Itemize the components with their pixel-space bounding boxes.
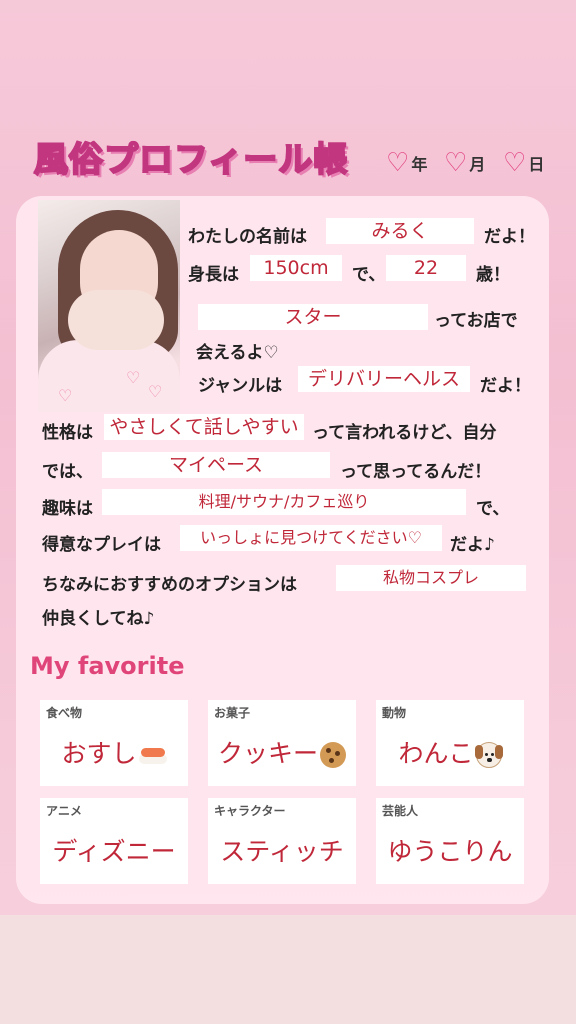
favorite-category: アニメ xyxy=(46,804,83,818)
self-suffix: って思ってるんだ！ xyxy=(340,462,492,482)
date-month: ♡ 月 xyxy=(444,150,485,176)
personality-prefix: 性格は xyxy=(42,423,93,443)
favorites-title: My favorite xyxy=(30,652,185,680)
meet-text: 会えるよ♡ xyxy=(196,343,279,363)
option-prefix: ちなみにおすすめのオプションは xyxy=(42,575,297,595)
day-label: 日 xyxy=(528,155,545,174)
closing-text: 仲良くしてね♪ xyxy=(42,609,155,629)
hobby-value: 料理/サウナ/カフェ巡り xyxy=(102,489,466,515)
personality-value: やさしくて話しやすい xyxy=(104,414,304,440)
name-prefix: わたしの名前は xyxy=(188,227,307,247)
self-prefix: では、 xyxy=(42,462,93,482)
heart-outline-icon: ♡ xyxy=(386,148,410,178)
page-title: 風俗プロフィール帳 xyxy=(33,139,349,181)
height-value: 150cm xyxy=(250,255,342,281)
favorite-value: ディズニー xyxy=(52,837,176,866)
age-suffix: 歳！ xyxy=(476,265,510,285)
sushi-icon xyxy=(138,746,167,764)
favorite-card-animal: 動物 わんこ xyxy=(376,700,524,786)
personality-suffix: って言われるけど、自分 xyxy=(312,423,497,443)
play-value: いっしょに見つけてください♡ xyxy=(180,525,442,551)
shop-value: スター xyxy=(198,304,428,330)
self-view-value: マイペース xyxy=(102,452,330,478)
hobby-suffix: で、 xyxy=(476,499,510,519)
favorite-category: 食べ物 xyxy=(46,706,83,720)
favorite-card-anime: アニメ ディズニー xyxy=(40,798,188,884)
favorite-category: キャラクター xyxy=(214,804,286,818)
year-label: 年 xyxy=(411,155,428,174)
genre-prefix: ジャンルは xyxy=(198,376,283,396)
dog-icon xyxy=(474,742,503,768)
heart-outline-icon: ♡ xyxy=(444,148,468,178)
favorite-card-celebrity: 芸能人 ゆうこりん xyxy=(376,798,524,884)
date-day: ♡ 日 xyxy=(503,150,544,176)
genre-value: デリバリーヘルス xyxy=(298,366,470,392)
heart-outline-icon: ♡ xyxy=(503,148,527,178)
genre-suffix: だよ！ xyxy=(480,376,531,396)
profile-photo: ♡ ♡ ♡ xyxy=(38,200,180,412)
play-prefix: 得意なプレイは xyxy=(42,535,161,555)
favorite-category: 動物 xyxy=(382,706,407,720)
shop-suffix: ってお店で xyxy=(434,311,518,331)
height-prefix: 身長は xyxy=(188,265,239,285)
name-value: みるく xyxy=(326,218,474,244)
favorite-value: ゆうこりん xyxy=(387,837,513,866)
page-footer-background xyxy=(0,915,576,1024)
name-suffix: だよ！ xyxy=(484,227,535,247)
option-value: 私物コスプレ xyxy=(336,565,526,591)
hobby-prefix: 趣味は xyxy=(42,499,93,519)
favorite-card-character: キャラクター スティッチ xyxy=(208,798,356,884)
favorite-card-sweets: お菓子 クッキー xyxy=(208,700,356,786)
age-value: 22 xyxy=(386,255,466,281)
cookie-icon xyxy=(320,742,346,768)
date-year: ♡ 年 xyxy=(386,150,427,176)
favorite-category: 芸能人 xyxy=(382,804,419,818)
favorite-card-food: 食べ物 おすし xyxy=(40,700,188,786)
favorite-value: スティッチ xyxy=(220,837,344,866)
favorite-value: わんこ xyxy=(398,739,474,768)
favorite-value: クッキー xyxy=(217,739,318,768)
favorite-value: おすし xyxy=(61,739,137,768)
play-suffix: だよ♪ xyxy=(450,535,495,555)
favorite-category: お菓子 xyxy=(214,706,251,720)
height-mid: で、 xyxy=(352,265,386,285)
month-label: 月 xyxy=(469,155,486,174)
